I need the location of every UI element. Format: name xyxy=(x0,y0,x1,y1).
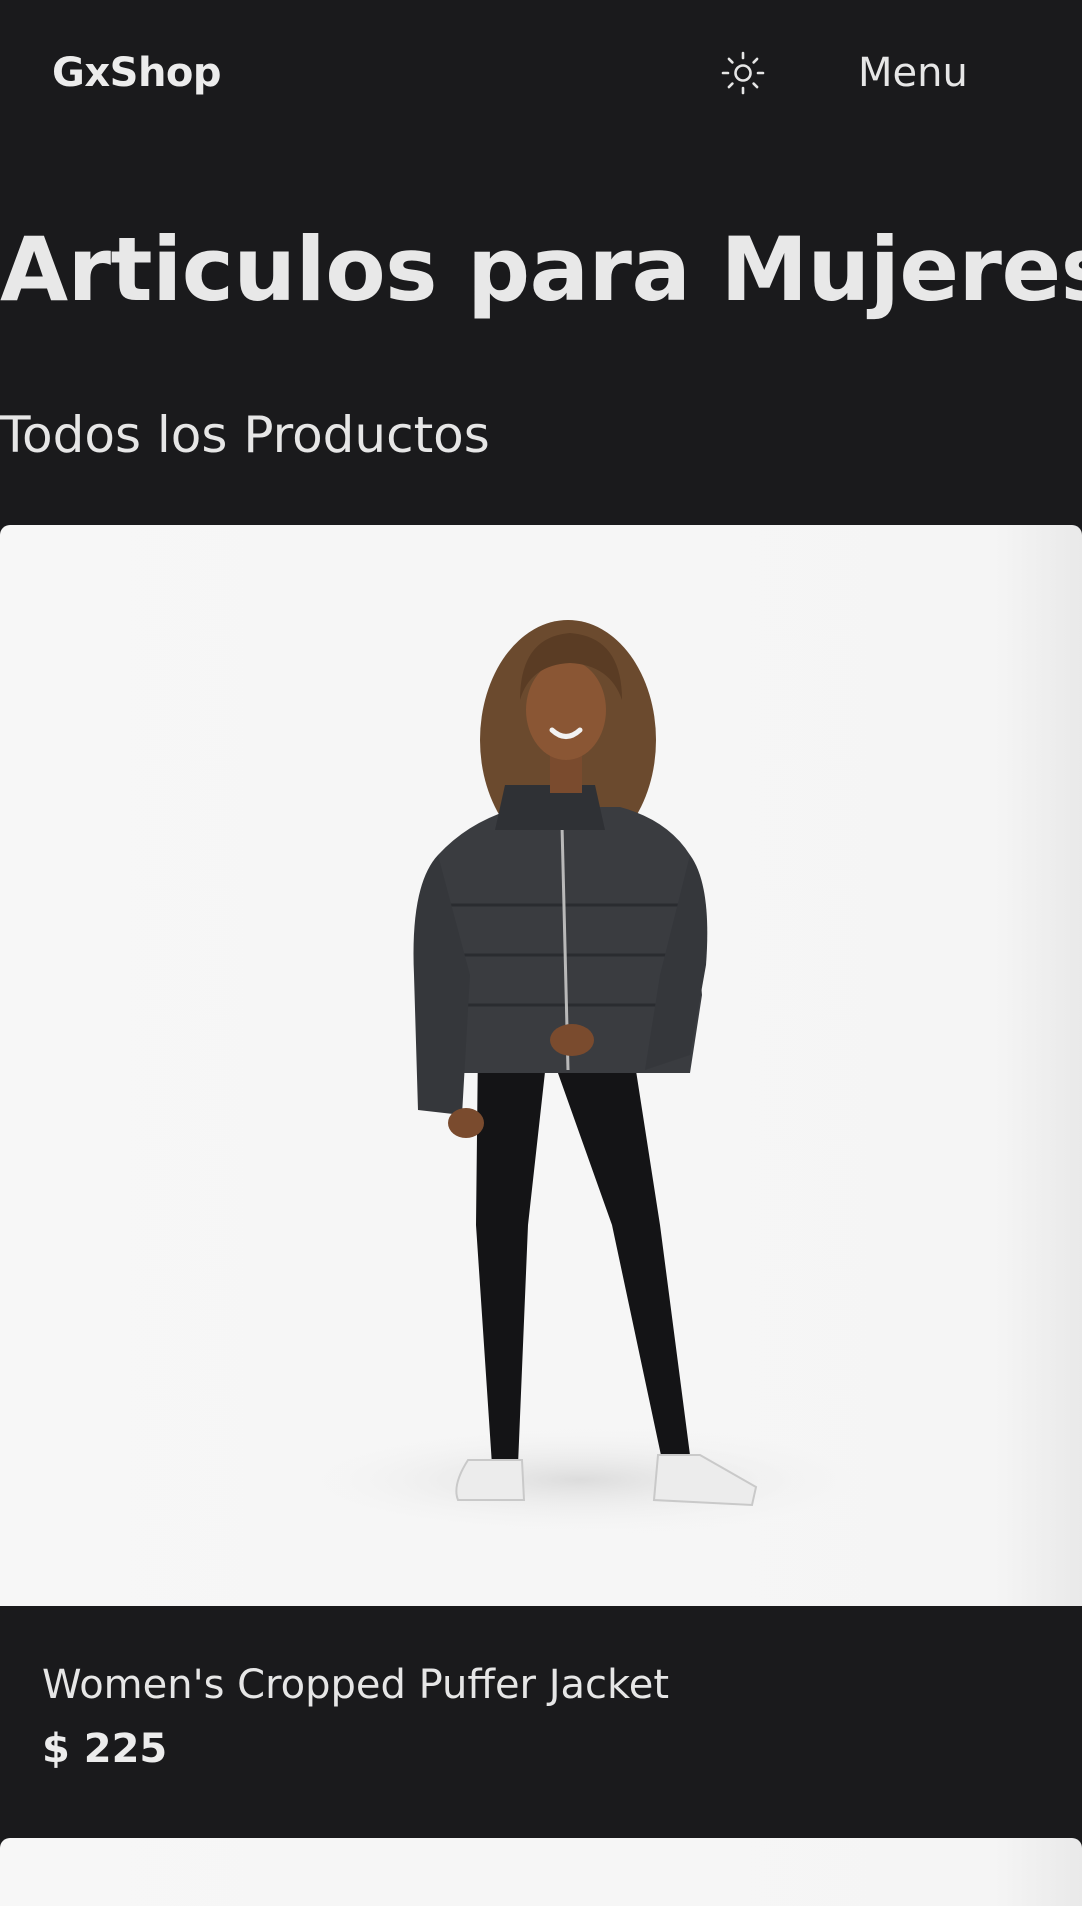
product-image[interactable] xyxy=(0,525,1082,1606)
theme-toggle-button[interactable] xyxy=(718,50,768,100)
next-product-card[interactable] xyxy=(0,1838,1082,1906)
section-title: Todos los Productos xyxy=(0,406,490,464)
product-name[interactable]: Women's Cropped Puffer Jacket xyxy=(42,1662,669,1708)
menu-button[interactable]: Menu xyxy=(858,50,968,96)
sun-icon xyxy=(720,50,766,100)
page: GxShop Menu Articulos para Mujeres Todos… xyxy=(0,0,1082,1906)
product-card[interactable]: Women's Cropped Puffer Jacket $ 225 xyxy=(0,525,1082,1840)
top-nav: GxShop Menu xyxy=(0,0,1082,150)
page-title: Articulos para Mujeres xyxy=(0,218,1082,321)
product-info: Women's Cropped Puffer Jacket $ 225 xyxy=(0,1606,1082,1840)
product-price: $ 225 xyxy=(42,1726,168,1772)
logo[interactable]: GxShop xyxy=(52,50,222,96)
